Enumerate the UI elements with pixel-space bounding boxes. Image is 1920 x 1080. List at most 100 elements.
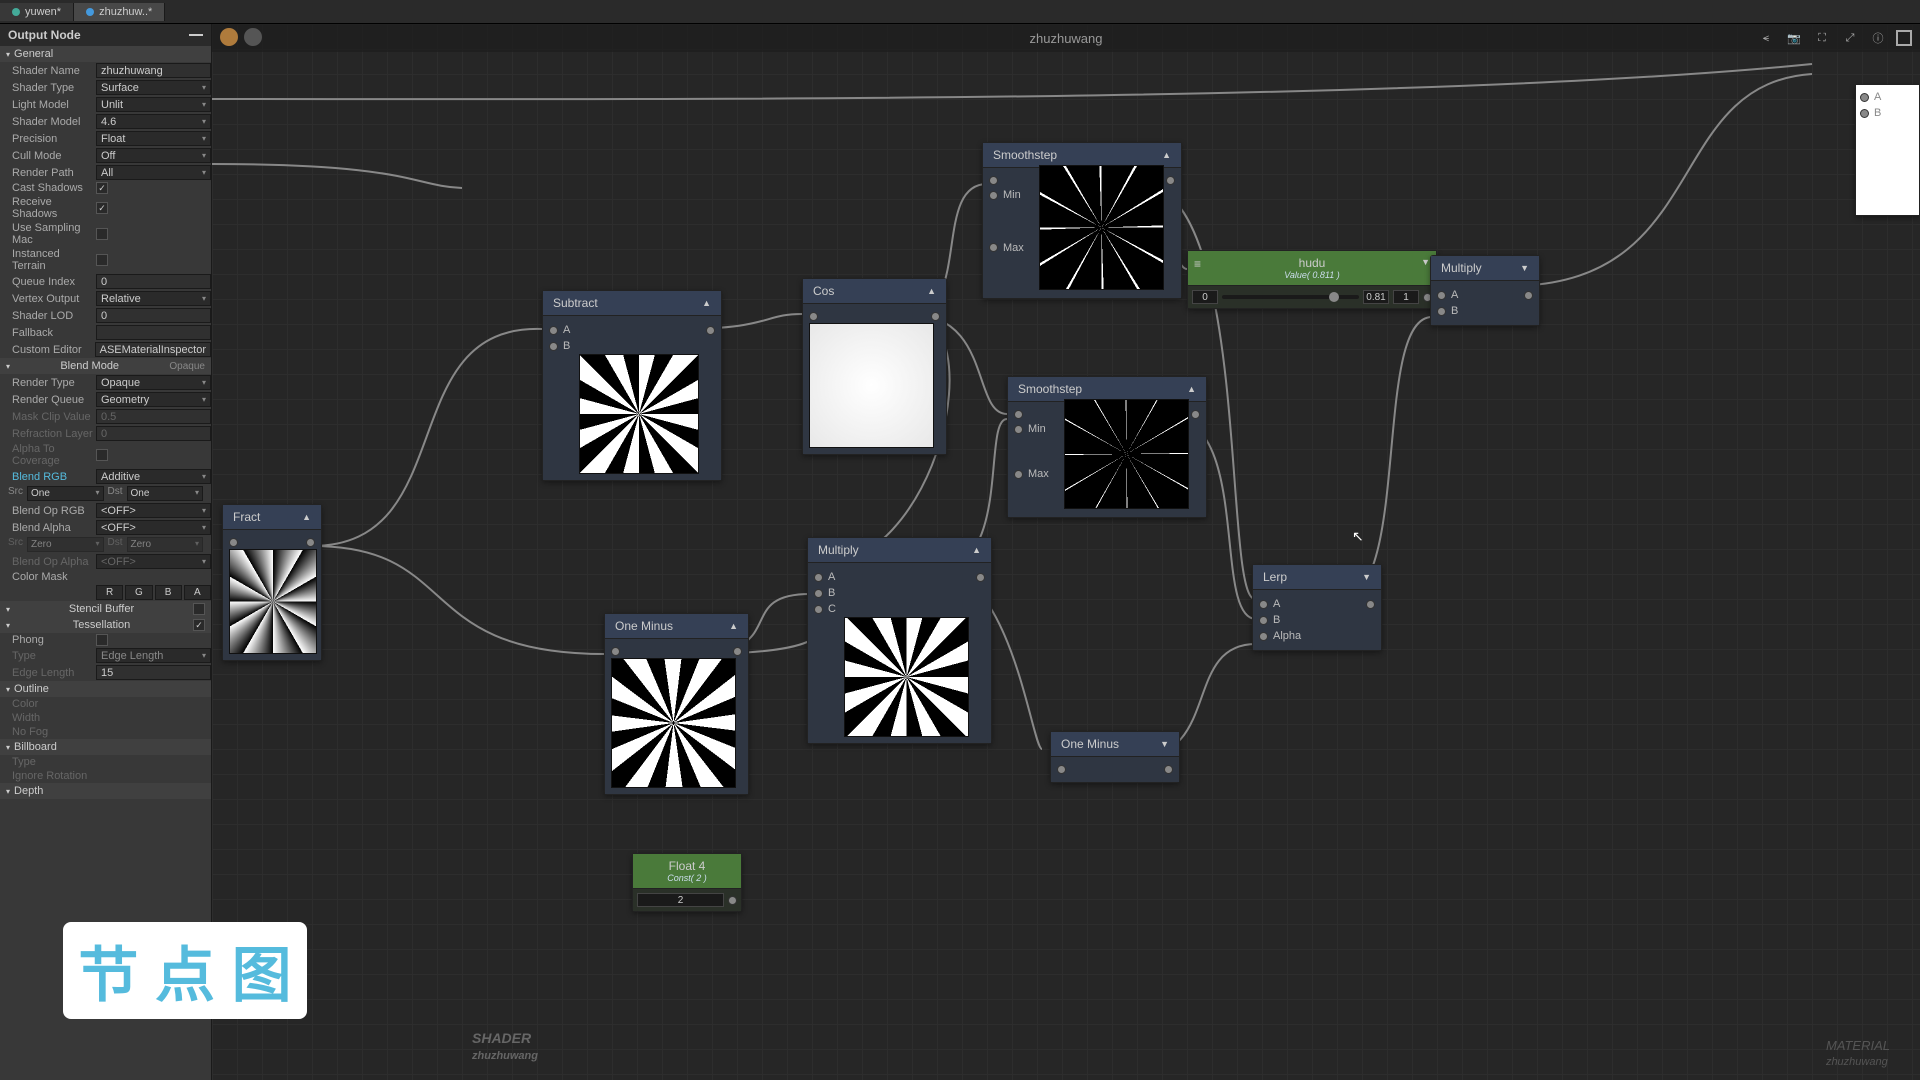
collapse-icon[interactable]: ▲: [302, 512, 311, 522]
port-b[interactable]: [814, 589, 823, 598]
node-cos[interactable]: Cos▲: [802, 278, 947, 455]
dropdown-src[interactable]: One: [27, 486, 104, 501]
collapse-icon[interactable]: ▲: [702, 298, 711, 308]
dropdown-renderqueue[interactable]: Geometry: [96, 392, 211, 407]
node-hudu[interactable]: ≡ hudu Value( 0.811 ) ▼ 0 0.81 1: [1187, 250, 1437, 309]
tab-yuwen[interactable]: yuwen*: [0, 3, 74, 21]
mode-dot-1[interactable]: [220, 28, 238, 46]
output-port[interactable]: [306, 538, 315, 547]
mask-b[interactable]: B: [155, 585, 182, 600]
dropdown-vout[interactable]: Relative: [96, 291, 211, 306]
section-tessellation[interactable]: Tessellation: [0, 617, 211, 633]
input-shader-name[interactable]: zhuzhuwang: [96, 63, 211, 78]
collapse-icon[interactable]: [189, 34, 203, 36]
section-general[interactable]: General: [0, 46, 211, 62]
section-depth[interactable]: Depth: [0, 783, 211, 799]
float-value[interactable]: 2: [637, 893, 724, 907]
collapse-icon[interactable]: ▼: [1520, 263, 1529, 273]
node-subtract[interactable]: Subtract▲ A B: [542, 290, 722, 481]
checkbox-tess[interactable]: [193, 619, 205, 631]
node-lerp[interactable]: Lerp▼ A B Alpha: [1252, 564, 1382, 651]
mask-g[interactable]: G: [125, 585, 152, 600]
share-icon[interactable]: ⪪: [1756, 28, 1776, 48]
info-icon[interactable]: ⓘ: [1868, 28, 1888, 48]
section-blend-mode[interactable]: Blend ModeOpaque: [0, 358, 211, 374]
port-a[interactable]: [814, 573, 823, 582]
input-fallback[interactable]: [96, 325, 211, 340]
input-port[interactable]: [1014, 410, 1023, 419]
port-b[interactable]: [1860, 109, 1869, 118]
section-billboard[interactable]: Billboard: [0, 739, 211, 755]
node-output-partial[interactable]: A B: [1855, 84, 1920, 216]
port-a[interactable]: [1437, 291, 1446, 300]
port-b[interactable]: [1259, 616, 1268, 625]
input-custom-editor[interactable]: ASEMaterialInspector: [95, 342, 211, 357]
section-stencil[interactable]: Stencil Buffer: [0, 601, 211, 617]
port-c[interactable]: [814, 605, 823, 614]
output-port[interactable]: [1191, 410, 1200, 419]
node-multiply-1[interactable]: Multiply▲ A B C: [807, 537, 992, 744]
mode-dot-2[interactable]: [244, 28, 262, 46]
input-port[interactable]: [229, 538, 238, 547]
slider-value[interactable]: 0.81: [1363, 290, 1389, 304]
camera-icon[interactable]: 📷: [1784, 28, 1804, 48]
dropdown-shader-model[interactable]: 4.6: [96, 114, 211, 129]
collapse-icon[interactable]: ▼: [1421, 257, 1430, 267]
checkbox-sampling[interactable]: [96, 228, 108, 240]
collapse-icon[interactable]: ▲: [1187, 384, 1196, 394]
input-port[interactable]: [611, 647, 620, 656]
port-a[interactable]: [1860, 93, 1869, 102]
node-multiply-2[interactable]: Multiply▼ A B: [1430, 255, 1540, 326]
output-port[interactable]: [1166, 176, 1175, 185]
input-port[interactable]: [989, 176, 998, 185]
port-b[interactable]: [549, 342, 558, 351]
expand-icon[interactable]: ⤢: [1840, 28, 1860, 48]
port-min[interactable]: [1014, 425, 1023, 434]
slider-thumb[interactable]: [1329, 292, 1339, 302]
node-smoothstep-2[interactable]: Smoothstep▲ Min Max: [1007, 376, 1207, 518]
output-port[interactable]: [931, 312, 940, 321]
output-port[interactable]: [1366, 600, 1375, 609]
checkbox-receive-shadows[interactable]: [96, 202, 108, 214]
port-max[interactable]: [1014, 470, 1023, 479]
output-port[interactable]: [1164, 765, 1173, 774]
input-queue-idx[interactable]: 0: [96, 274, 211, 289]
focus-icon[interactable]: ⛶: [1812, 28, 1832, 48]
tab-zhuzhuwang[interactable]: zhuzhuw..*: [74, 3, 165, 21]
port-min[interactable]: [989, 191, 998, 200]
port-alpha[interactable]: [1259, 632, 1268, 641]
dropdown-blendop-rgb[interactable]: <OFF>: [96, 503, 211, 518]
input-port[interactable]: [1057, 765, 1066, 774]
collapse-icon[interactable]: ▲: [972, 545, 981, 555]
node-fract[interactable]: Fract▲: [222, 504, 322, 661]
frame-icon[interactable]: [1896, 30, 1912, 46]
menu-icon[interactable]: ≡: [1194, 257, 1201, 271]
input-lod[interactable]: 0: [96, 308, 211, 323]
section-outline[interactable]: Outline: [0, 681, 211, 697]
dropdown-light-model[interactable]: Unlit: [96, 97, 211, 112]
collapse-icon[interactable]: ▲: [927, 286, 936, 296]
dropdown-dst[interactable]: One: [127, 486, 204, 501]
dropdown-blend-alpha[interactable]: <OFF>: [96, 520, 211, 535]
dropdown-render-path[interactable]: All: [96, 165, 211, 180]
collapse-icon[interactable]: ▲: [729, 621, 738, 631]
input-edgelen[interactable]: 15: [96, 665, 211, 680]
slider-track[interactable]: [1222, 295, 1359, 299]
input-port[interactable]: [809, 312, 818, 321]
collapse-icon[interactable]: ▼: [1160, 739, 1169, 749]
checkbox-stencil[interactable]: [193, 603, 205, 615]
port-b[interactable]: [1437, 307, 1446, 316]
checkbox-phong[interactable]: [96, 634, 108, 646]
node-smoothstep-1[interactable]: Smoothstep▲ Min Max: [982, 142, 1182, 299]
node-one-minus-2[interactable]: One Minus▼: [1050, 731, 1180, 783]
dropdown-blend-rgb[interactable]: Additive: [96, 469, 211, 484]
port-a[interactable]: [549, 326, 558, 335]
port-a[interactable]: [1259, 600, 1268, 609]
output-port[interactable]: [706, 326, 715, 335]
checkbox-instanced[interactable]: [96, 254, 108, 266]
dropdown-precision[interactable]: Float: [96, 131, 211, 146]
output-port[interactable]: [728, 896, 737, 905]
checkbox-cast-shadows[interactable]: [96, 182, 108, 194]
dropdown-shader-type[interactable]: Surface: [96, 80, 211, 95]
slider-min[interactable]: 0: [1192, 290, 1218, 304]
